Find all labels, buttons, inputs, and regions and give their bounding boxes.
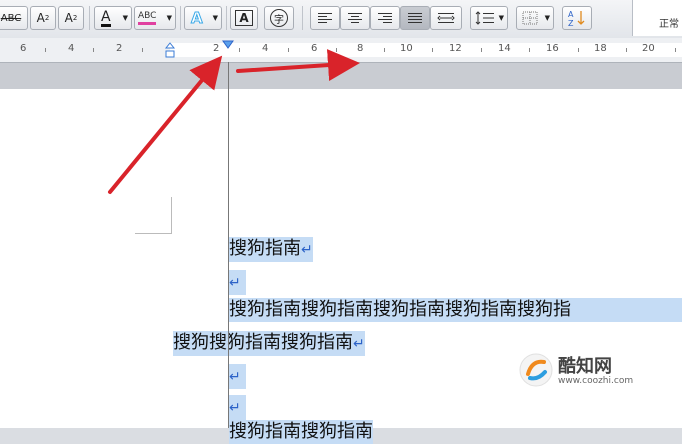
char-shading-label: A <box>235 10 253 26</box>
watermark-logo: 酷知网 www.coozhi.com <box>518 350 648 390</box>
borders-button[interactable]: ▼ <box>516 6 554 30</box>
horizontal-ruler[interactable]: 6 4 2 2 4 6 8 10 12 14 16 18 20 <box>0 38 682 63</box>
svg-text:A: A <box>568 10 574 19</box>
highlight-button[interactable]: ABC ▼ <box>134 6 176 30</box>
distributed-align-icon <box>437 13 455 23</box>
sort-az-icon: AZ <box>568 10 585 27</box>
borders-icon <box>522 11 538 25</box>
subscript-button[interactable]: A2 <box>58 6 84 30</box>
paragraph-line[interactable]: ↵ <box>229 364 246 389</box>
line-text: 搜狗指南搜狗指南搜狗指南搜狗指南搜狗指 <box>229 299 571 320</box>
align-left-icon <box>318 13 332 23</box>
watermark-url: www.coozhi.com <box>558 376 634 386</box>
line-text: 搜狗指南 <box>229 238 301 259</box>
paragraph-line[interactable]: 搜狗搜狗指南搜狗指南↵ <box>173 331 365 356</box>
line-text: 搜狗指南搜狗指南 <box>229 421 373 442</box>
font-color-label: A <box>101 8 111 27</box>
justify-icon <box>408 13 422 23</box>
paragraph-mark: ↵ <box>353 336 365 352</box>
font-color-button[interactable]: A ▼ <box>94 6 132 30</box>
toolbar-separator <box>89 6 90 30</box>
text-effect-button[interactable]: A ▼ <box>184 6 222 30</box>
chevron-down-icon: ▼ <box>212 14 218 22</box>
subscript-label: A <box>64 11 73 25</box>
superscript-label: A <box>36 11 45 25</box>
style-gallery-label: 正常 <box>659 19 679 30</box>
align-right-button[interactable] <box>370 6 400 30</box>
ruler-ticks <box>45 48 676 52</box>
align-center-button[interactable] <box>340 6 370 30</box>
enclosed-char-button[interactable]: 字 <box>264 6 294 30</box>
line-spacing-icon <box>475 11 494 25</box>
strikethrough-button[interactable]: ABC <box>0 6 28 30</box>
toolbar-separator <box>302 6 303 30</box>
paragraph-line[interactable]: ↵ <box>229 395 246 420</box>
distributed-button[interactable] <box>430 6 462 30</box>
line-spacing-button[interactable]: ▼ <box>470 6 508 30</box>
paragraph-mark: ↵ <box>229 275 241 291</box>
chevron-down-icon: ▼ <box>166 14 172 22</box>
align-left-button[interactable] <box>310 6 340 30</box>
coozhi-logo-icon <box>519 353 553 387</box>
page-gap <box>0 63 682 89</box>
chevron-down-icon: ▼ <box>122 14 128 22</box>
paragraph-mark: ↵ <box>301 242 313 258</box>
chevron-down-icon: ▼ <box>498 14 504 22</box>
paragraph-line[interactable]: 搜狗指南搜狗指南 <box>229 420 373 444</box>
formatting-toolbar: ABC A2 A2 A ▼ ABC ▼ A ▼ A 字 ▼ ▼ A Z 正常 <box>0 0 682 39</box>
svg-text:Z: Z <box>568 19 574 27</box>
paragraph-mark: ↵ <box>229 400 241 416</box>
paragraph-line[interactable]: 搜狗指南搜狗指南搜狗指南搜狗指南搜狗指 <box>229 298 682 322</box>
strikethrough-label: ABC <box>0 12 22 24</box>
indent-guide-line <box>228 62 229 428</box>
toolbar-separator <box>180 6 181 30</box>
margin-corner-mark <box>171 197 172 234</box>
highlight-label: ABC <box>138 11 157 25</box>
paragraph-line[interactable]: ↵ <box>229 270 246 295</box>
superscript-button[interactable]: A2 <box>30 6 56 30</box>
paragraph-mark: ↵ <box>229 369 241 385</box>
justify-button[interactable] <box>400 6 430 30</box>
margin-corner-mark <box>135 233 172 234</box>
line-text: 搜狗搜狗指南搜狗指南 <box>173 332 353 353</box>
chevron-down-icon: ▼ <box>544 14 550 22</box>
style-gallery-normal[interactable]: 正常 <box>632 0 682 36</box>
hanging-indent-marker[interactable] <box>164 42 176 60</box>
align-center-icon <box>348 13 362 23</box>
char-shading-button[interactable]: A <box>230 6 258 30</box>
watermark-name: 酷知网 <box>558 356 612 377</box>
sort-button[interactable]: AZ <box>562 6 592 30</box>
first-line-indent-marker[interactable] <box>222 40 234 50</box>
text-effect-label: A <box>191 9 204 28</box>
enclosed-char-label: 字 <box>270 9 288 27</box>
paragraph-line[interactable]: 搜狗指南↵ <box>229 237 313 262</box>
align-right-icon <box>378 13 392 23</box>
toolbar-separator <box>226 6 227 30</box>
